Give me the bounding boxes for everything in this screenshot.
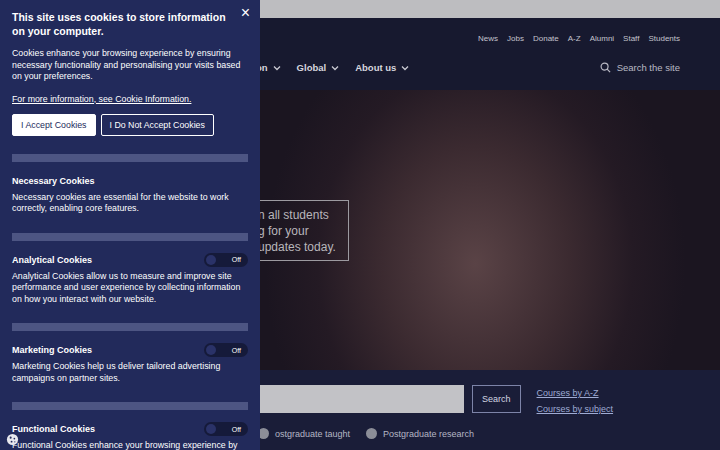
toggle-knob: [206, 345, 216, 355]
hero-line: g for your: [258, 223, 336, 239]
utility-link[interactable]: Jobs: [507, 34, 524, 44]
nav-items: onGlobalAbout us: [256, 62, 409, 73]
nav-item[interactable]: About us: [355, 62, 409, 73]
course-links: Courses by A-Z Courses by subject: [537, 385, 614, 415]
course-search-button[interactable]: Search: [472, 385, 521, 413]
hero-line: updates today.: [258, 239, 336, 255]
course-link[interactable]: Courses by A-Z: [537, 387, 614, 399]
course-link[interactable]: Courses by subject: [537, 403, 614, 415]
divider-bar: [12, 402, 248, 410]
utility-link[interactable]: Staff: [623, 34, 639, 44]
cookie-category: Functional CookiesOff Functional Cookies …: [12, 384, 248, 450]
category-description: Necessary cookies are essential for the …: [12, 192, 248, 215]
cookie-buttons: I Accept CookiesI Do Not Accept Cookies: [12, 114, 248, 136]
chevron-down-icon: [273, 65, 281, 71]
toggle-knob: [206, 424, 216, 434]
radio-button[interactable]: [366, 428, 377, 439]
utility-link[interactable]: Alumni: [590, 34, 614, 44]
cookie-category: Analytical CookiesOff Analytical Cookies …: [12, 215, 248, 306]
level-option[interactable]: ostgraduate taught: [258, 428, 350, 439]
level-option[interactable]: Postgraduate research: [366, 428, 474, 439]
chevron-down-icon: [401, 65, 409, 71]
magnifier-icon: [600, 62, 611, 73]
cookie-title: This site uses cookies to store informat…: [12, 10, 248, 38]
divider-bar: [12, 233, 248, 241]
cookie-panel: ×This site uses cookies to store informa…: [0, 0, 260, 450]
close-button[interactable]: ×: [239, 4, 252, 22]
category-header: Functional CookiesOff: [12, 422, 248, 436]
cookie-info-link[interactable]: For more information, see Cookie Informa…: [12, 93, 248, 105]
site-search[interactable]: Search the site: [600, 62, 680, 73]
category-header: Marketing CookiesOff: [12, 343, 248, 357]
hero-line: n all students: [258, 207, 336, 223]
course-search-input[interactable]: [258, 385, 464, 413]
cookie-settings-badge[interactable]: [5, 432, 19, 446]
utility-link[interactable]: News: [478, 34, 498, 44]
cookie-button[interactable]: I Do Not Accept Cookies: [101, 114, 214, 136]
hero-text-box: n all studentsg for yourupdates today.: [258, 200, 349, 261]
cookie-intro: Cookies enhance your browsing experience…: [12, 48, 248, 83]
category-header: Analytical CookiesOff: [12, 253, 248, 267]
category-description: Functional Cookies enhance your browsing…: [12, 440, 248, 450]
category-header: Necessary Cookies: [12, 174, 248, 188]
nav-item[interactable]: Global: [297, 62, 340, 73]
category-toggle[interactable]: Off: [204, 253, 248, 267]
category-description: Marketing Cookies help us deliver tailor…: [12, 361, 248, 384]
category-toggle[interactable]: Off: [204, 422, 248, 436]
level-options: ostgraduate taught Postgraduate research: [258, 428, 720, 439]
category-toggle[interactable]: Off: [204, 343, 248, 357]
utility-link[interactable]: Donate: [533, 34, 559, 44]
cookie-button[interactable]: I Accept Cookies: [12, 114, 96, 136]
utility-link[interactable]: A-Z: [568, 34, 581, 44]
cookie-category: Marketing CookiesOff Marketing Cookies he…: [12, 305, 248, 384]
screen: NewsJobsDonateA-ZAlumniStaffStudentsonGl…: [0, 0, 720, 450]
divider-bar: [12, 154, 248, 162]
category-description: Analytical Cookies allow us to measure a…: [12, 271, 248, 306]
cookie-category: Necessary Cookies Necessary cookies are e…: [12, 136, 248, 215]
cookie-icon: [6, 433, 19, 446]
divider-bar: [12, 323, 248, 331]
utility-link[interactable]: Students: [648, 34, 680, 44]
chevron-down-icon: [331, 65, 339, 71]
course-search-row: Search Courses by A-Z Courses by subject: [258, 385, 720, 415]
toggle-knob: [206, 255, 216, 265]
